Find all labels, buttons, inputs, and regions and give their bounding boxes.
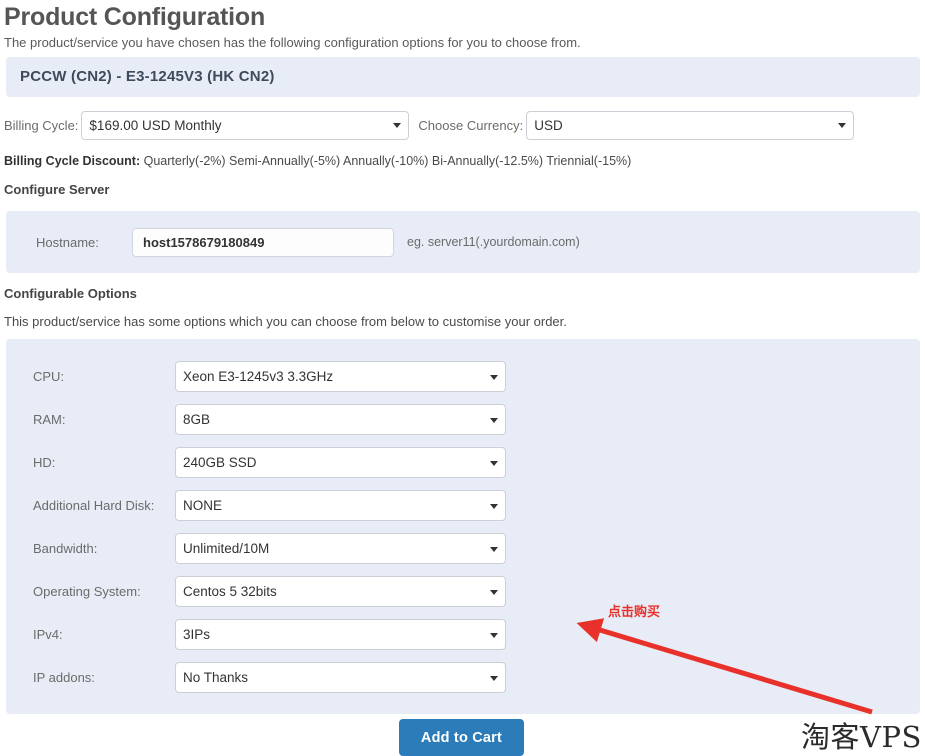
choose-currency-label: Choose Currency:: [418, 117, 524, 133]
option-value-bandwidth: Unlimited/10M: [183, 541, 270, 556]
configurable-options-note: This product/service has some options wh…: [4, 314, 567, 329]
chevron-down-icon: [490, 589, 498, 595]
option-value-hd: 240GB SSD: [183, 455, 257, 470]
option-select-operating-system[interactable]: Centos 5 32bits: [175, 576, 506, 607]
option-row: IPv4: 3IPs: [6, 613, 920, 656]
hostname-panel: Hostname: eg. server11(.yourdomain.com): [6, 211, 920, 273]
option-label-cpu: CPU:: [33, 369, 65, 384]
option-label-ram: RAM:: [33, 412, 66, 427]
billing-cycle-discount-text: Quarterly(-2%) Semi-Annually(-5%) Annual…: [143, 154, 632, 168]
chevron-down-icon: [490, 546, 498, 552]
configurable-options-panel: CPU: Xeon E3-1245v3 3.3GHz RAM: 8GB HD: …: [6, 339, 920, 714]
option-row: Additional Hard Disk: NONE: [6, 484, 920, 527]
option-label-ipv4: IPv4:: [33, 627, 63, 642]
currency-value: USD: [534, 117, 563, 133]
chevron-down-icon: [490, 374, 498, 380]
chevron-down-icon: [393, 123, 402, 128]
hostname-hint: eg. server11(.yourdomain.com): [407, 235, 580, 249]
currency-select[interactable]: USD: [526, 110, 855, 140]
option-row: Operating System: Centos 5 32bits: [6, 570, 920, 613]
billing-cycle-discount: Billing Cycle Discount: Quarterly(-2%) S…: [4, 153, 631, 169]
option-select-cpu[interactable]: Xeon E3-1245v3 3.3GHz: [175, 361, 506, 392]
product-banner: PCCW (CN2) - E3-1245V3 (HK CN2): [6, 57, 920, 97]
chevron-down-icon: [490, 503, 498, 509]
page-title: Product Configuration: [4, 3, 266, 31]
option-label-additional-hard-disk: Additional Hard Disk:: [33, 498, 155, 513]
page-subtitle: The product/service you have chosen has …: [4, 35, 581, 50]
option-label-bandwidth: Bandwidth:: [33, 541, 98, 556]
chevron-down-icon: [490, 632, 498, 638]
option-value-ip-addons: No Thanks: [183, 670, 249, 685]
option-value-ram: 8GB: [183, 412, 211, 427]
add-to-cart-button[interactable]: Add to Cart: [399, 719, 524, 756]
option-select-additional-hard-disk[interactable]: NONE: [175, 490, 506, 521]
chevron-down-icon: [490, 460, 498, 466]
chevron-down-icon: [838, 123, 847, 128]
billing-cycle-discount-label: Billing Cycle Discount:: [4, 154, 141, 168]
hostname-input[interactable]: [132, 227, 394, 257]
option-value-cpu: Xeon E3-1245v3 3.3GHz: [183, 369, 334, 384]
configurable-options-heading: Configurable Options: [4, 286, 137, 301]
option-row: CPU: Xeon E3-1245v3 3.3GHz: [6, 355, 920, 398]
option-label-hd: HD:: [33, 455, 56, 470]
billing-cycle-select[interactable]: $169.00 USD Monthly: [81, 110, 410, 140]
chevron-down-icon: [490, 417, 498, 423]
hostname-row: Hostname: eg. server11(.yourdomain.com): [6, 211, 920, 273]
option-select-ram[interactable]: 8GB: [175, 404, 506, 435]
product-banner-title: PCCW (CN2) - E3-1245V3 (HK CN2): [20, 68, 275, 85]
option-row: Bandwidth: Unlimited/10M: [6, 527, 920, 570]
hostname-label: Hostname:: [36, 234, 99, 250]
option-value-operating-system: Centos 5 32bits: [183, 584, 277, 599]
option-row: RAM: 8GB: [6, 398, 920, 441]
option-select-bandwidth[interactable]: Unlimited/10M: [175, 533, 506, 564]
chevron-down-icon: [490, 675, 498, 681]
annotation-text: 点击购买: [608, 605, 661, 620]
option-row: IP addons: No Thanks: [6, 656, 920, 699]
option-select-ipv4[interactable]: 3IPs: [175, 619, 506, 650]
configure-server-heading: Configure Server: [4, 182, 110, 197]
billing-cycle-value: $169.00 USD Monthly: [89, 117, 222, 133]
option-value-ipv4: 3IPs: [183, 627, 211, 642]
billing-row: Billing Cycle: $169.00 USD Monthly Choos…: [4, 110, 921, 140]
option-row: HD: 240GB SSD: [6, 441, 920, 484]
option-select-hd[interactable]: 240GB SSD: [175, 447, 506, 478]
option-value-additional-hard-disk: NONE: [183, 498, 223, 513]
option-label-ip-addons: IP addons:: [33, 670, 95, 685]
billing-cycle-label: Billing Cycle:: [4, 117, 79, 133]
option-label-operating-system: Operating System:: [33, 584, 141, 599]
option-select-ip-addons[interactable]: No Thanks: [175, 662, 506, 693]
watermark: 淘客VPS: [801, 720, 922, 754]
